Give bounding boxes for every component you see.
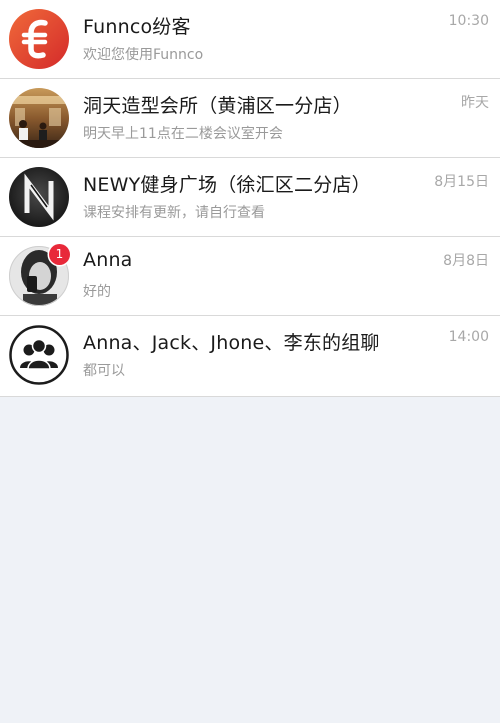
conversation-item-salon[interactable]: 洞天造型会所（黄浦区一分店） 明天早上11点在二楼会议室开会 昨天	[0, 79, 500, 158]
conversation-title: NEWY健身广场（徐汇区二分店）	[83, 174, 371, 196]
conversation-title: 洞天造型会所（黄浦区一分店）	[83, 95, 352, 117]
conversation-preview: 都可以	[83, 363, 125, 379]
conversation-preview: 明天早上11点在二楼会议室开会	[83, 126, 283, 142]
conversation-time: 8月15日	[434, 174, 489, 190]
conversation-title: Anna	[83, 249, 133, 271]
user-photo-avatar[interactable]: 1	[9, 244, 70, 306]
conversation-list: Funnco纷客 欢迎您使用Funnco 10:30 洞天造型会所（黄浦区一分店…	[0, 0, 500, 397]
conversation-preview: 好的	[83, 284, 111, 300]
group-icon[interactable]	[9, 325, 69, 385]
funnco-logo-icon[interactable]	[9, 9, 69, 69]
conversation-item-group[interactable]: Anna、Jack、Jhone、李东的组聊 都可以 14:00	[0, 316, 500, 397]
conversation-preview: 欢迎您使用Funnco	[83, 47, 204, 63]
conversation-item-anna[interactable]: 1 Anna 好的 8月8日	[0, 237, 500, 316]
conversation-preview: 课程安排有更新，请自行查看	[83, 205, 265, 221]
conversation-item-funnco[interactable]: Funnco纷客 欢迎您使用Funnco 10:30	[0, 0, 500, 79]
unread-badge: 1	[49, 244, 70, 265]
conversation-title: Anna、Jack、Jhone、李东的组聊	[83, 332, 380, 354]
salon-photo-avatar[interactable]	[9, 88, 69, 148]
newy-logo-icon[interactable]	[9, 167, 69, 227]
conversation-time: 14:00	[448, 329, 489, 345]
conversation-time: 8月8日	[443, 253, 489, 269]
conversation-title: Funnco纷客	[83, 16, 191, 38]
conversation-time: 昨天	[461, 95, 489, 111]
conversation-time: 10:30	[448, 13, 489, 29]
conversation-item-newy[interactable]: NEWY健身广场（徐汇区二分店） 课程安排有更新，请自行查看 8月15日	[0, 158, 500, 237]
